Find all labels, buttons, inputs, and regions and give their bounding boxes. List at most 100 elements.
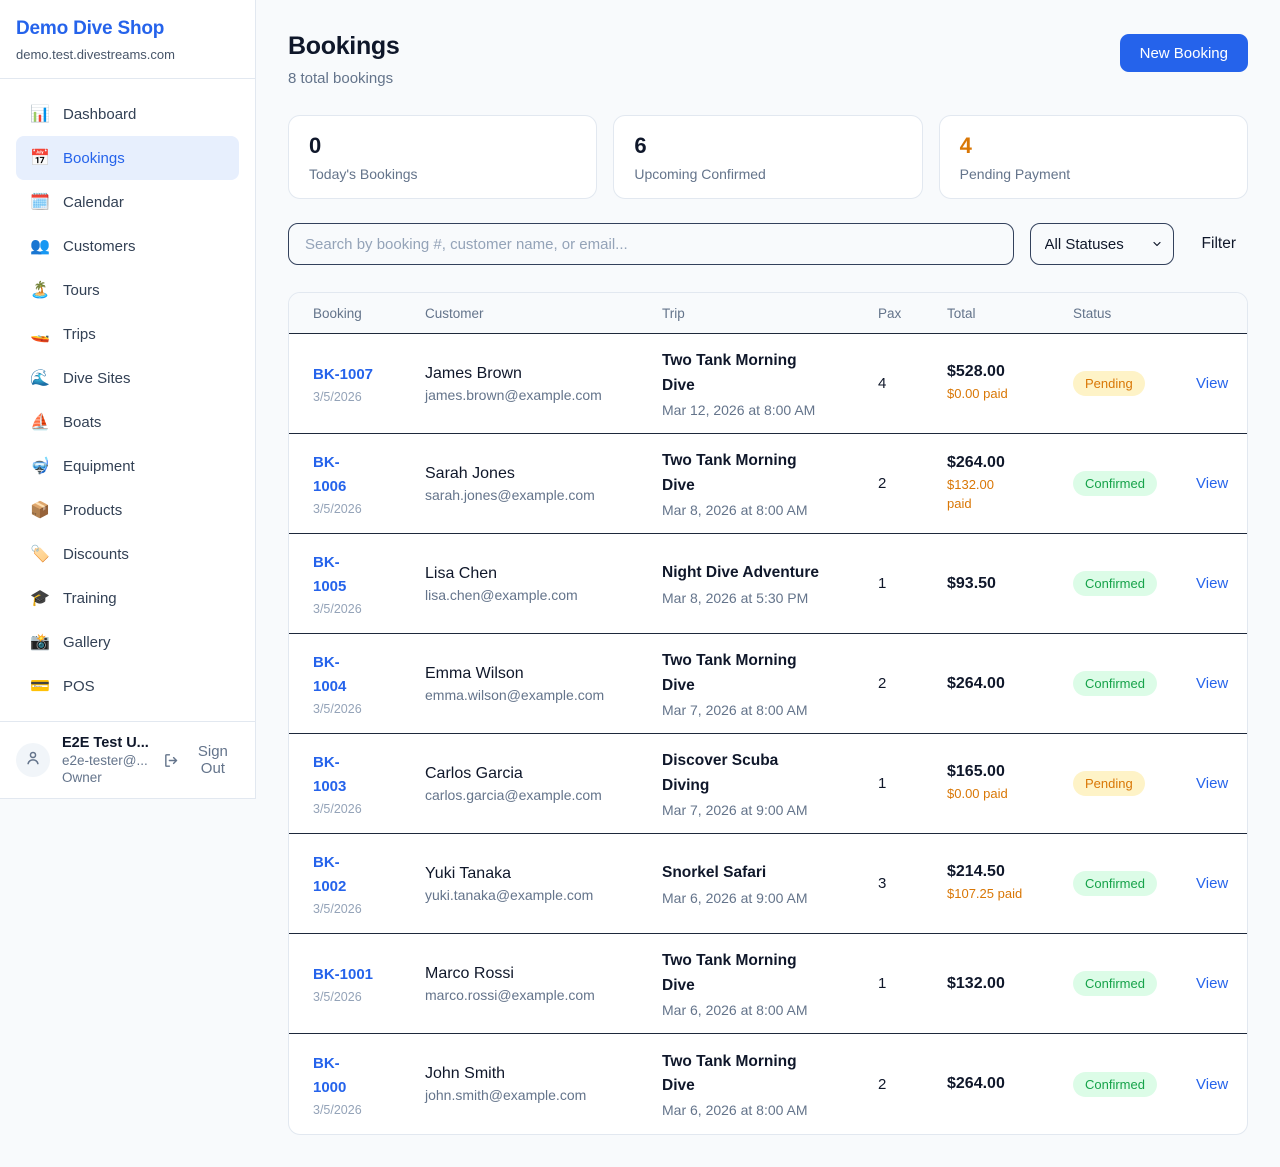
bookings-icon: 📅 — [30, 148, 50, 168]
customer-name: John Smith — [425, 1065, 662, 1083]
sidebar-item-training[interactable]: 🎓 Training — [16, 576, 239, 620]
booking-id-link[interactable]: BK- 1005 — [313, 551, 425, 599]
trip-cell: Two Tank Morning Dive Mar 12, 2026 at 8:… — [662, 349, 878, 417]
filter-button[interactable]: Filter — [1190, 235, 1248, 253]
sidebar-item-discounts[interactable]: 🏷️ Discounts — [16, 532, 239, 576]
booking-id-link[interactable]: BK- 1006 — [313, 451, 425, 499]
view-link[interactable]: View — [1196, 375, 1228, 392]
booking-id-link[interactable]: BK- 1000 — [313, 1052, 425, 1100]
customer-cell: John Smith john.smith@example.com — [425, 1065, 662, 1103]
customer-email: yuki.tanaka@example.com — [425, 887, 662, 903]
view-link[interactable]: View — [1196, 475, 1228, 492]
status-badge: Confirmed — [1073, 571, 1157, 596]
view-link[interactable]: View — [1196, 1076, 1228, 1093]
view-link[interactable]: View — [1196, 575, 1228, 592]
view-link[interactable]: View — [1196, 775, 1228, 792]
new-booking-button[interactable]: New Booking — [1120, 34, 1248, 72]
booking-cell: BK- 1000 3/5/2026 — [313, 1052, 425, 1117]
sidebar-item-dive-sites[interactable]: 🌊 Dive Sites — [16, 356, 239, 400]
table-header-row: Booking Customer Trip Pax Total Status — [289, 293, 1247, 334]
stat-value: 0 — [309, 133, 576, 159]
pax-count: 1 — [878, 975, 947, 992]
total-amount: $264.00 — [947, 454, 1073, 472]
status-filter-select[interactable]: All Statuses — [1030, 223, 1174, 265]
sidebar-item-boats[interactable]: ⛵ Boats — [16, 400, 239, 444]
stat-card: 6 Upcoming Confirmed — [613, 115, 922, 199]
stats-row: 0 Today's Bookings 6 Upcoming Confirmed … — [288, 115, 1248, 199]
dive-sites-icon: 🌊 — [30, 368, 50, 388]
sidebar-item-trips[interactable]: 🚤 Trips — [16, 312, 239, 356]
view-link[interactable]: View — [1196, 875, 1228, 892]
table-row: BK- 1002 3/5/2026 Yuki Tanaka yuki.tanak… — [289, 834, 1247, 934]
customer-email: james.brown@example.com — [425, 387, 662, 403]
search-input[interactable] — [288, 223, 1014, 265]
booking-id-link[interactable]: BK-1001 — [313, 963, 425, 987]
booking-id-link[interactable]: BK- 1003 — [313, 751, 425, 799]
pax-count: 2 — [878, 475, 947, 492]
sidebar-item-calendar[interactable]: 🗓️ Calendar — [16, 180, 239, 224]
booking-date: 3/5/2026 — [313, 990, 425, 1004]
total-cell: $528.00 $0.00 paid — [947, 363, 1073, 404]
total-cell: $165.00 $0.00 paid — [947, 763, 1073, 804]
booking-cell: BK-1007 3/5/2026 — [313, 363, 425, 404]
customer-cell: Yuki Tanaka yuki.tanaka@example.com — [425, 865, 662, 903]
trip-datetime: Mar 12, 2026 at 8:00 AM — [662, 402, 878, 418]
sidebar: Demo Dive Shop demo.test.divestreams.com… — [0, 0, 256, 799]
total-cell: $132.00 — [947, 975, 1073, 993]
total-amount: $165.00 — [947, 763, 1073, 781]
table-row: BK-1007 3/5/2026 James Brown james.brown… — [289, 334, 1247, 434]
trip-cell: Two Tank Morning Dive Mar 8, 2026 at 8:0… — [662, 449, 878, 517]
sign-out-button[interactable]: Sign Out — [163, 743, 239, 777]
booking-cell: BK- 1006 3/5/2026 — [313, 451, 425, 516]
sidebar-item-equipment[interactable]: 🤿 Equipment — [16, 444, 239, 488]
booking-cell: BK- 1002 3/5/2026 — [313, 851, 425, 916]
sidebar-item-bookings[interactable]: 📅 Bookings — [16, 136, 239, 180]
view-link[interactable]: View — [1196, 975, 1228, 992]
trip-cell: Night Dive Adventure Mar 8, 2026 at 5:30… — [662, 561, 878, 605]
booking-id-link[interactable]: BK- 1004 — [313, 651, 425, 699]
user-email: e2e-tester@... — [62, 753, 151, 768]
sidebar-item-label: POS — [63, 678, 95, 695]
booking-date: 3/5/2026 — [313, 1103, 425, 1117]
total-amount: $93.50 — [947, 575, 1073, 593]
products-icon: 📦 — [30, 500, 50, 520]
customer-email: john.smith@example.com — [425, 1087, 662, 1103]
shop-domain: demo.test.divestreams.com — [16, 47, 239, 62]
trips-icon: 🚤 — [30, 324, 50, 344]
customer-name: Carlos Garcia — [425, 765, 662, 783]
trip-cell: Two Tank Morning Dive Mar 6, 2026 at 8:0… — [662, 949, 878, 1017]
column-header-customer: Customer — [425, 306, 662, 321]
sidebar-item-label: Customers — [63, 238, 136, 255]
stat-value: 4 — [960, 133, 1227, 159]
app-root: Demo Dive Shop demo.test.divestreams.com… — [0, 0, 1280, 1162]
view-link[interactable]: View — [1196, 675, 1228, 692]
avatar — [16, 743, 50, 777]
trip-name: Night Dive Adventure — [662, 561, 878, 585]
table-body: BK-1007 3/5/2026 James Brown james.brown… — [289, 334, 1247, 1134]
paid-amount: $107.25 paid — [947, 885, 1073, 904]
sidebar-header: Demo Dive Shop demo.test.divestreams.com — [0, 0, 255, 79]
sidebar-item-tours[interactable]: 🏝️ Tours — [16, 268, 239, 312]
trip-name: Two Tank Morning Dive — [662, 449, 878, 497]
user-section: E2E Test U... e2e-tester@... Owner Sign … — [0, 721, 255, 798]
main-content: Bookings 8 total bookings New Booking 0 … — [256, 0, 1280, 1167]
booking-cell: BK- 1003 3/5/2026 — [313, 751, 425, 816]
booking-id-link[interactable]: BK- 1002 — [313, 851, 425, 899]
sidebar-item-pos[interactable]: 💳 POS — [16, 664, 239, 708]
booking-id-link[interactable]: BK-1007 — [313, 363, 425, 387]
sidebar-item-label: Calendar — [63, 194, 124, 211]
booking-cell: BK-1001 3/5/2026 — [313, 963, 425, 1004]
table-row: BK- 1003 3/5/2026 Carlos Garcia carlos.g… — [289, 734, 1247, 834]
paid-amount: $0.00 paid — [947, 385, 1073, 404]
trip-datetime: Mar 8, 2026 at 8:00 AM — [662, 502, 878, 518]
sidebar-item-dashboard[interactable]: 📊 Dashboard — [16, 92, 239, 136]
sidebar-item-products[interactable]: 📦 Products — [16, 488, 239, 532]
trip-name: Snorkel Safari — [662, 861, 878, 885]
status-cell: Pending — [1073, 771, 1196, 796]
trip-cell: Snorkel Safari Mar 6, 2026 at 9:00 AM — [662, 861, 878, 905]
sidebar-item-gallery[interactable]: 📸 Gallery — [16, 620, 239, 664]
sidebar-item-customers[interactable]: 👥 Customers — [16, 224, 239, 268]
column-header-booking: Booking — [313, 306, 425, 321]
trip-datetime: Mar 8, 2026 at 5:30 PM — [662, 590, 878, 606]
discounts-icon: 🏷️ — [30, 544, 50, 564]
